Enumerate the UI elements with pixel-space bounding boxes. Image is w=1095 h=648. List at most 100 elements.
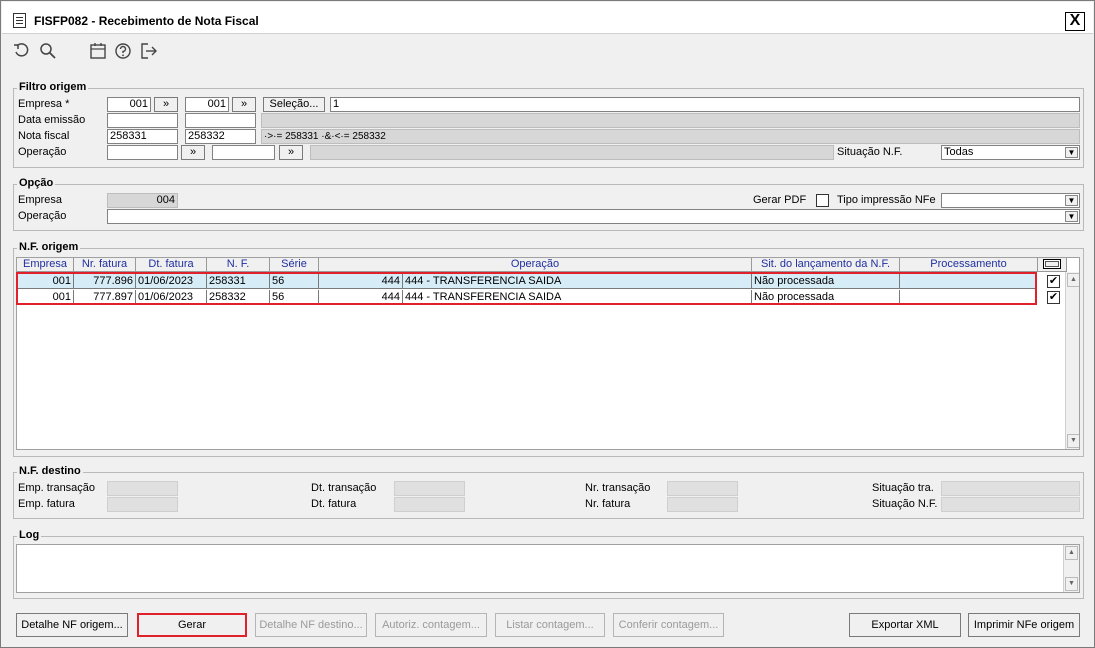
nota-fiscal-from-input[interactable]: 258331: [107, 129, 178, 144]
search-icon[interactable]: [38, 42, 58, 62]
data-emissao-from-input[interactable]: [107, 113, 178, 128]
tipo-impressao-select[interactable]: ▼: [941, 193, 1080, 208]
nf-origem-title: N.F. origem: [17, 241, 81, 253]
dt-fatura-field: [394, 497, 465, 512]
operacao-description: [310, 145, 834, 160]
nr-fatura-label: Nr. fatura: [585, 498, 631, 510]
empresa-to-lookup-button[interactable]: »: [232, 97, 256, 112]
cell-processamento: [900, 274, 1037, 289]
opcao-title: Opção: [17, 177, 56, 189]
calendar-icon[interactable]: [88, 42, 108, 62]
select-all-icon[interactable]: [1043, 259, 1061, 269]
cell-situacao: Não processada: [752, 290, 900, 305]
cell-nf: 258331: [207, 274, 270, 289]
document-icon: [13, 13, 26, 28]
data-emissao-label: Data emissão: [18, 114, 86, 126]
chevron-down-icon[interactable]: ▼: [1065, 147, 1078, 158]
cell-dt-fatura: 01/06/2023: [136, 274, 207, 289]
situacao-nf-select[interactable]: Todas ▼: [941, 145, 1080, 160]
selecao-button[interactable]: Seleção...: [263, 97, 325, 112]
col-operacao[interactable]: Operação: [319, 258, 752, 272]
exit-icon[interactable]: [139, 42, 159, 62]
empresa-to-input[interactable]: 001: [185, 97, 229, 112]
detalhe-nf-destino-button[interactable]: Detalhe NF destino...: [255, 613, 367, 637]
nota-fiscal-expression: ·>·= 258331 ·&·<·= 258332: [261, 129, 1080, 144]
table-row[interactable]: 001 777.897 01/06/2023 258332 56 444 444…: [17, 290, 1037, 305]
dt-fatura-label: Dt. fatura: [311, 498, 357, 510]
cell-nr-fatura: 777.896: [74, 274, 136, 289]
emp-transacao-label: Emp. transação: [18, 482, 96, 494]
gerar-pdf-checkbox[interactable]: [816, 194, 829, 207]
nr-fatura-field: [667, 497, 738, 512]
nota-fiscal-to-input[interactable]: 258332: [185, 129, 256, 144]
col-situacao[interactable]: Sit. do lançamento da N.F.: [752, 258, 900, 272]
data-emissao-to-input[interactable]: [185, 113, 256, 128]
dt-transacao-field: [394, 481, 465, 496]
log-scrollbar[interactable]: ▲ ▼: [1063, 545, 1079, 592]
col-select-all[interactable]: [1038, 258, 1067, 272]
scroll-up-icon[interactable]: ▲: [1065, 546, 1078, 560]
grid-scrollbar[interactable]: ▲ ▼: [1065, 272, 1079, 449]
empresa-from-lookup-button[interactable]: »: [154, 97, 178, 112]
cell-nf: 258332: [207, 290, 270, 305]
main-window: FISFP082 - Recebimento de Nota Fiscal X …: [0, 0, 1095, 648]
chevron-down-icon[interactable]: ▼: [1065, 195, 1078, 206]
table-row[interactable]: 001 777.896 01/06/2023 258331 56 444 444…: [17, 274, 1037, 289]
listar-contagem-button[interactable]: Listar contagem...: [495, 613, 605, 637]
operacao-from-lookup-button[interactable]: »: [181, 145, 205, 160]
dt-transacao-label: Dt. transação: [311, 482, 377, 494]
close-button[interactable]: X: [1065, 12, 1085, 31]
operacao-label: Operação: [18, 146, 67, 158]
log-title: Log: [17, 529, 42, 541]
cell-op-code: 444: [319, 274, 403, 289]
scroll-up-icon[interactable]: ▲: [1067, 273, 1079, 287]
help-icon[interactable]: [113, 42, 133, 62]
conferir-contagem-button[interactable]: Conferir contagem...: [613, 613, 724, 637]
col-nr-fatura[interactable]: Nr. fatura: [74, 258, 136, 272]
operacao-from-input[interactable]: [107, 145, 178, 160]
selecao-field[interactable]: 1: [330, 97, 1080, 112]
empresa-from-input[interactable]: 001: [107, 97, 151, 112]
cell-dt-fatura: 01/06/2023: [136, 290, 207, 305]
col-nf[interactable]: N. F.: [207, 258, 270, 272]
tipo-impressao-label: Tipo impressão NFe: [837, 194, 936, 206]
exportar-xml-button[interactable]: Exportar XML: [849, 613, 961, 637]
title-bar: FISFP082 - Recebimento de Nota Fiscal X: [2, 2, 1093, 34]
situacao-nf-destino-field: [941, 497, 1080, 512]
undo-icon[interactable]: [12, 42, 32, 62]
cell-empresa: 001: [17, 274, 74, 289]
col-dt-fatura[interactable]: Dt. fatura: [136, 258, 207, 272]
emp-transacao-field: [107, 481, 178, 496]
nf-destino-title: N.F. destino: [17, 465, 83, 477]
scroll-down-icon[interactable]: ▼: [1067, 434, 1079, 448]
data-emissao-expression: [261, 113, 1080, 128]
opcao-empresa-input[interactable]: 004: [107, 193, 178, 208]
operacao-to-input[interactable]: [212, 145, 275, 160]
gerar-button[interactable]: Gerar: [137, 613, 247, 637]
cell-processamento: [900, 290, 1037, 305]
log-textarea[interactable]: ▲ ▼: [16, 544, 1080, 593]
col-empresa[interactable]: Empresa: [17, 258, 74, 272]
row-checkbox[interactable]: ✔: [1047, 291, 1060, 304]
detalhe-nf-origem-button[interactable]: Detalhe NF origem...: [16, 613, 128, 637]
cell-op-desc: 444 - TRANSFERENCIA SAIDA: [403, 290, 752, 305]
col-serie[interactable]: Série: [270, 258, 319, 272]
cell-empresa: 001: [17, 290, 74, 305]
situacao-tra-label: Situação tra.: [872, 482, 934, 494]
row-checkbox[interactable]: ✔: [1047, 275, 1060, 288]
imprimir-nfe-origem-button[interactable]: Imprimir NFe origem: [968, 613, 1080, 637]
opcao-operacao-select[interactable]: ▼: [107, 209, 1080, 224]
chevron-down-icon[interactable]: ▼: [1065, 211, 1078, 222]
scroll-down-icon[interactable]: ▼: [1065, 577, 1078, 591]
nf-origem-grid: Empresa Nr. fatura Dt. fatura N. F. Séri…: [16, 257, 1080, 450]
operacao-to-lookup-button[interactable]: »: [279, 145, 303, 160]
cell-op-desc: 444 - TRANSFERENCIA SAIDA: [403, 274, 752, 289]
nr-transacao-field: [667, 481, 738, 496]
col-processamento[interactable]: Processamento: [900, 258, 1038, 272]
emp-fatura-field: [107, 497, 178, 512]
autoriz-contagem-button[interactable]: Autoriz. contagem...: [375, 613, 487, 637]
window-title: FISFP082 - Recebimento de Nota Fiscal: [34, 14, 259, 28]
filtro-origem-title: Filtro origem: [17, 81, 89, 93]
situacao-nf-destino-label: Situação N.F.: [872, 498, 938, 510]
toolbar: [2, 35, 1093, 69]
